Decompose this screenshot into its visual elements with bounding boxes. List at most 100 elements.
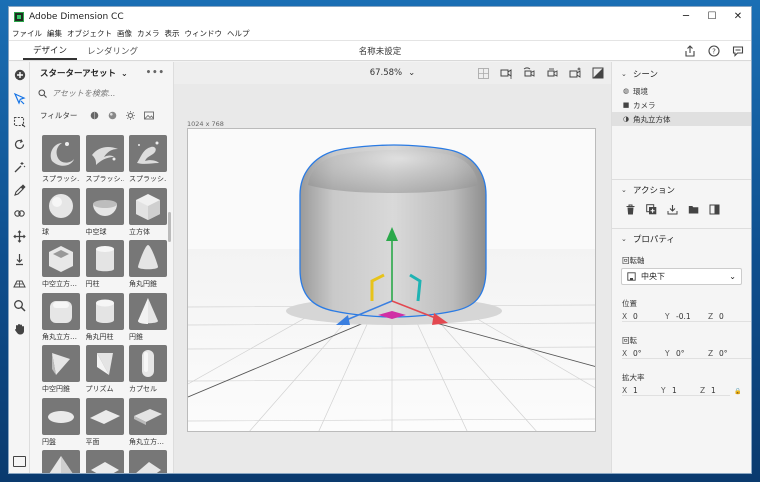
panel-toggle-icon[interactable] bbox=[13, 456, 26, 467]
pivot-dropdown[interactable]: 中央下 ⌄ bbox=[621, 268, 742, 285]
maximize-button[interactable]: ☐ bbox=[699, 7, 725, 26]
position-z-field[interactable]: Z0 bbox=[708, 312, 751, 322]
filter-materials-icon[interactable] bbox=[108, 111, 117, 120]
drop-to-ground-icon[interactable] bbox=[13, 253, 26, 266]
chevron-down-icon[interactable]: ⌄ bbox=[121, 69, 128, 78]
minimize-button[interactable]: ─ bbox=[673, 7, 699, 26]
rotation-z-field[interactable]: Z 0° bbox=[708, 349, 751, 359]
ground-plane-icon[interactable] bbox=[13, 276, 26, 289]
document-size: 1024 x 768 bbox=[187, 120, 224, 128]
scene-header[interactable]: ⌄ シーン bbox=[612, 64, 751, 84]
select-tool-icon[interactable] bbox=[13, 92, 26, 105]
3d-viewport[interactable] bbox=[187, 128, 596, 432]
magic-wand-icon[interactable] bbox=[13, 161, 26, 174]
menu-file[interactable]: ファイル bbox=[12, 28, 47, 39]
menu-window[interactable]: ウィンドウ bbox=[185, 28, 228, 39]
asset-item-round-cube[interactable]: 角丸立方… bbox=[42, 292, 80, 342]
eyedropper-icon[interactable] bbox=[13, 184, 26, 197]
asset-item-capsule[interactable]: カプセル bbox=[129, 345, 167, 394]
camera-bookmark-icon[interactable] bbox=[499, 66, 513, 80]
splash3-thumbnail bbox=[129, 135, 167, 172]
round-cube-2-thumbnail bbox=[129, 397, 167, 435]
asset-item-wedge[interactable] bbox=[129, 450, 167, 473]
scale-x-field[interactable]: X1 bbox=[622, 386, 661, 396]
hollow-sphere-thumbnail bbox=[85, 187, 124, 225]
properties-title: プロパティ bbox=[632, 235, 675, 245]
download-icon[interactable] bbox=[666, 203, 678, 215]
link-tool-icon[interactable] bbox=[13, 207, 26, 220]
asset-item-plane-2[interactable] bbox=[85, 450, 124, 473]
zoom-tool-icon[interactable] bbox=[13, 299, 26, 312]
menu-view[interactable]: 表示 bbox=[165, 28, 185, 39]
camera-orbit-icon[interactable] bbox=[545, 66, 559, 80]
asset-item-splash3[interactable]: スプラッシ… bbox=[129, 135, 167, 184]
more-options-button[interactable]: ••• bbox=[146, 68, 165, 78]
add-camera-icon[interactable] bbox=[568, 66, 582, 80]
delete-icon[interactable] bbox=[624, 203, 636, 215]
position-y-field[interactable]: Y -0.1 bbox=[665, 312, 708, 322]
camera-tilt-icon[interactable] bbox=[522, 66, 536, 80]
grid-view-icon[interactable] bbox=[476, 66, 490, 80]
asset-item-round-cylinder[interactable]: 角丸円柱 bbox=[85, 292, 124, 342]
scene-item-camera[interactable]: ■ カメラ bbox=[612, 98, 751, 112]
rotation-y-field[interactable]: Y 0° bbox=[665, 349, 708, 359]
assets-title[interactable]: スターターアセット bbox=[40, 67, 116, 79]
tab-design[interactable]: デザイン bbox=[23, 41, 78, 60]
properties-header[interactable]: ⌄ プロパティ bbox=[612, 229, 751, 249]
position-label: 位置 bbox=[622, 298, 637, 308]
asset-item-cylinder[interactable]: 円柱 bbox=[85, 240, 124, 289]
asset-item-round-cube-2[interactable]: 角丸立方… bbox=[129, 397, 167, 447]
asset-item-disc[interactable]: 円盤 bbox=[42, 397, 80, 447]
asset-item-sphere[interactable]: 球 bbox=[42, 187, 80, 237]
lock-icon[interactable]: 🔒 bbox=[734, 388, 741, 395]
pivot-value: 中央下 bbox=[641, 272, 665, 281]
tab-render[interactable]: レンダリング bbox=[77, 41, 148, 60]
asset-item-cone[interactable]: 円錐 bbox=[129, 292, 167, 342]
asset-item-splash2[interactable]: スプラッシ… bbox=[85, 135, 124, 184]
scene-item-rounded-cube[interactable]: ◑ 角丸立方体 bbox=[612, 112, 751, 126]
menu-object[interactable]: オブジェクト bbox=[67, 28, 117, 39]
asset-item-cube[interactable]: 立方体 bbox=[129, 187, 167, 237]
render-preview-icon[interactable] bbox=[591, 66, 605, 80]
asset-label: 平面 bbox=[85, 437, 100, 446]
close-button[interactable]: ✕ bbox=[725, 7, 751, 26]
asset-item-hollow-cube[interactable]: 中空立方… bbox=[42, 240, 80, 289]
zoom-control[interactable]: 67.58% ⌄ bbox=[370, 68, 416, 78]
filter-images-icon[interactable] bbox=[144, 111, 155, 120]
asset-item-prism[interactable]: プリズム bbox=[85, 345, 124, 394]
scene-item-environment[interactable]: ◍ 環境 bbox=[612, 84, 751, 98]
assets-scrollbar[interactable] bbox=[168, 212, 171, 242]
place-on-ground-icon[interactable] bbox=[708, 203, 720, 215]
asset-item-splash1[interactable]: スプラッシ… bbox=[42, 135, 80, 184]
feedback-icon[interactable] bbox=[731, 44, 745, 58]
plane-thumbnail bbox=[85, 397, 124, 435]
orbit-tool-icon[interactable] bbox=[13, 138, 26, 151]
asset-item-pyramid[interactable] bbox=[42, 450, 80, 473]
actions-header[interactable]: ⌄ アクション bbox=[612, 180, 751, 200]
asset-item-hollow-cone[interactable]: 中空円錐 bbox=[42, 345, 80, 394]
position-x-field[interactable]: X0 bbox=[622, 312, 665, 322]
search-input[interactable] bbox=[52, 89, 152, 98]
asset-item-hollow-sphere[interactable]: 中空球 bbox=[85, 187, 124, 237]
rotation-x-field[interactable]: X 0° bbox=[622, 349, 665, 359]
add-icon[interactable] bbox=[13, 68, 26, 81]
menu-image[interactable]: 画像 bbox=[117, 28, 137, 39]
hand-tool-icon[interactable] bbox=[13, 322, 26, 335]
group-folder-icon[interactable] bbox=[687, 203, 699, 215]
move-tool-icon[interactable] bbox=[13, 230, 26, 243]
marquee-tool-icon[interactable] bbox=[13, 115, 26, 128]
splash1-thumbnail bbox=[42, 135, 80, 172]
round-cylinder-thumbnail bbox=[85, 292, 124, 330]
menu-edit[interactable]: 編集 bbox=[47, 28, 67, 39]
menu-help[interactable]: ヘルプ bbox=[227, 28, 255, 39]
scale-z-field[interactable]: Z1 bbox=[700, 386, 730, 396]
filter-models-icon[interactable] bbox=[90, 111, 99, 120]
filter-lights-icon[interactable] bbox=[126, 110, 136, 120]
help-icon[interactable]: ? bbox=[707, 44, 721, 58]
asset-item-plane[interactable]: 平面 bbox=[85, 397, 124, 447]
share-icon[interactable] bbox=[683, 44, 697, 58]
asset-item-round-cone[interactable]: 角丸円錐 bbox=[129, 240, 167, 289]
duplicate-icon[interactable] bbox=[645, 203, 657, 215]
menu-camera[interactable]: カメラ bbox=[137, 28, 165, 39]
scale-y-field[interactable]: Y1 bbox=[661, 386, 700, 396]
